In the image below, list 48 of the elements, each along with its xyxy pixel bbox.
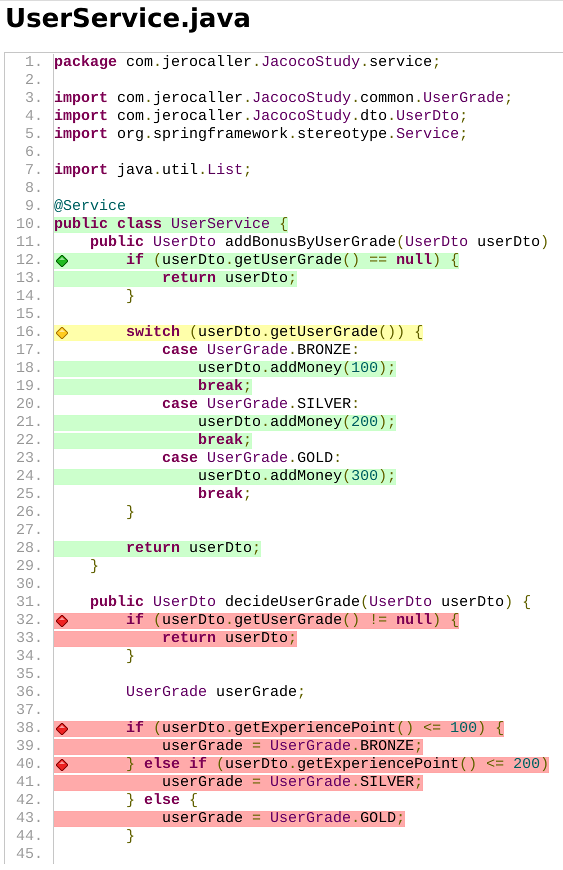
line-number: 37.: [5, 702, 54, 720]
code-line: public UserDto decideUserGrade(UserDto userDto) {: [89, 595, 532, 611]
line-number: 9.: [5, 198, 54, 216]
code-line: public UserDto addBonusByUserGrade(UserDto userDto): [89, 235, 550, 251]
line-number: 5.: [5, 126, 54, 144]
code-line: import com.jerocaller.JacocoStudy.common.UserGrade;: [54, 91, 514, 107]
line-number: 42.: [5, 792, 54, 810]
code-line: import com.jerocaller.JacocoStudy.dto.UserDto;: [54, 109, 468, 125]
line-number: 14.: [5, 288, 54, 306]
code-line: } else {: [125, 793, 198, 809]
line-number: 1.: [5, 54, 54, 72]
line-number: 29.: [5, 558, 54, 576]
line-number: 27.: [5, 522, 54, 540]
line-number: 30.: [5, 576, 54, 594]
line-number: 11.: [5, 234, 54, 252]
line-number: 6.: [5, 144, 54, 162]
code-line: case UserGrade.SILVER:: [161, 397, 360, 413]
line-number: 25.: [5, 486, 54, 504]
code-line: import java.util.List;: [54, 163, 252, 179]
code-line: }: [125, 829, 136, 845]
code-line: @Service: [54, 199, 126, 215]
line-number: 36.: [5, 684, 54, 702]
line-number: 26.: [5, 504, 54, 522]
code-line: package com.jerocaller.JacocoStudy.service;: [54, 55, 442, 71]
file-title: UserService.java: [5, 4, 252, 36]
code-line: UserGrade userGrade;: [125, 685, 306, 701]
line-number: 23.: [5, 450, 54, 468]
line-number: 35.: [5, 666, 54, 684]
code-line: }: [125, 505, 136, 521]
code-line: }: [89, 559, 100, 575]
line-number: 7.: [5, 162, 54, 180]
code-line: break;: [197, 487, 252, 503]
code-line: case UserGrade.GOLD:: [161, 451, 342, 467]
code-line: }: [125, 289, 136, 305]
line-number: 20.: [5, 396, 54, 414]
line-number: 34.: [5, 648, 54, 666]
line-number: 17.: [5, 342, 54, 360]
line-number: 45.: [5, 846, 54, 864]
line-number: 8.: [5, 180, 54, 198]
line-number: 4.: [5, 108, 54, 126]
line-number: 31.: [5, 594, 54, 612]
code-line: case UserGrade.BRONZE:: [161, 343, 360, 359]
line-number: 44.: [5, 828, 54, 846]
code-line: import org.springframework.stereotype.Service;: [54, 127, 468, 143]
code-line: }: [125, 649, 136, 665]
line-number: 2.: [5, 72, 54, 90]
line-number: 15.: [5, 306, 54, 324]
line-number: 3.: [5, 90, 54, 108]
